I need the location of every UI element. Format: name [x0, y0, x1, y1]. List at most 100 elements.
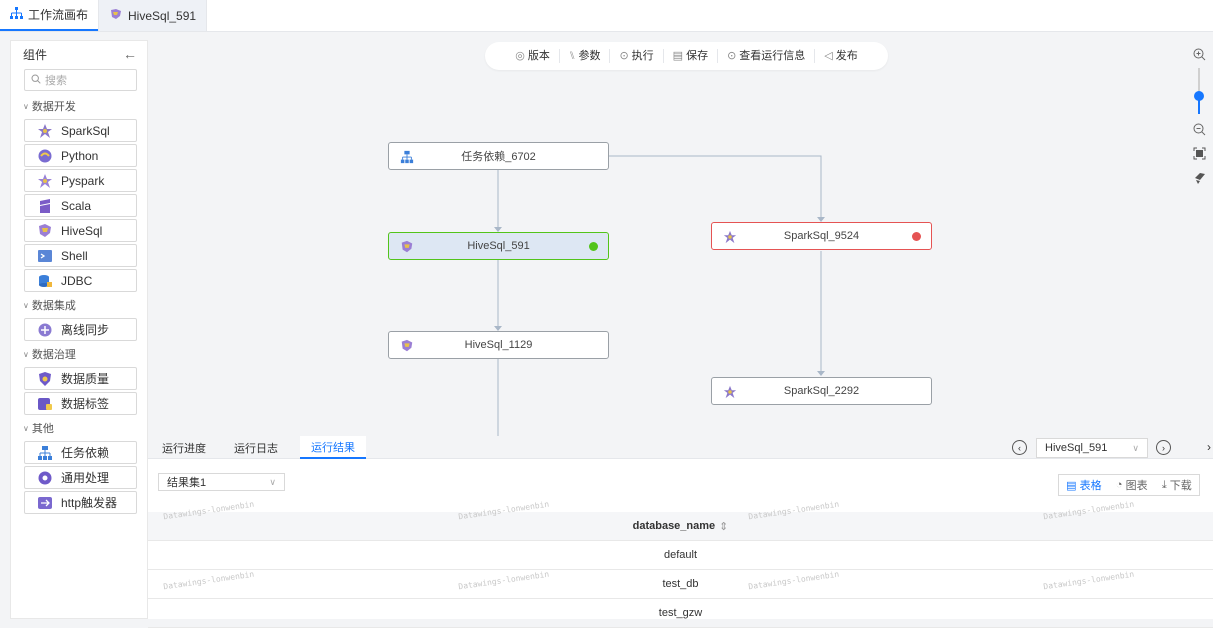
component-data-quality[interactable]: 数据质量 — [24, 367, 137, 390]
node-hivesql-591[interactable]: HiveSql_591 — [388, 232, 609, 260]
workflow-canvas[interactable]: ◎ 版本 ⑊ 参数 ⊙ 执行 ▤ 保存 ⊙ 查看运行信息 ◁ 发布 任务依赖_6702 Hi… — [148, 32, 1213, 436]
result-set-dropdown[interactable]: 结果集1 ∨ — [158, 473, 285, 491]
tab-run-log[interactable]: 运行日志 — [230, 436, 282, 459]
component-shell[interactable]: Shell — [24, 244, 137, 267]
component-general-processing[interactable]: 通用处理 — [24, 466, 137, 489]
component-data-tag[interactable]: 数据标签 — [24, 392, 137, 415]
spark-icon — [37, 123, 53, 139]
result-set-value: 结果集1 — [167, 477, 207, 489]
download-label: 下载 — [1169, 480, 1192, 492]
sort-icon[interactable]: ⇕ — [719, 520, 728, 533]
top-tab-bar: 工作流画布 HiveSql_591 — [0, 0, 1213, 32]
fit-screen-icon[interactable] — [1191, 145, 1207, 161]
chevron-right-icon[interactable]: › — [1207, 440, 1211, 454]
chart-icon: ◔ — [1115, 479, 1123, 491]
table-cell: test_gzw — [658, 607, 703, 619]
component-sparksql[interactable]: SparkSql — [24, 119, 137, 142]
component-hivesql[interactable]: HiveSql — [24, 219, 137, 242]
tab-label: 运行结果 — [311, 441, 355, 454]
pyspark-icon — [37, 173, 53, 189]
result-table: database_name ⇕ default test_db test_gzw — [148, 512, 1213, 628]
component-label: 数据质量 — [61, 372, 110, 386]
tab-run-progress[interactable]: 运行进度 — [158, 436, 210, 459]
zoom-in-icon[interactable] — [1191, 46, 1207, 62]
chevron-down-icon: ∨ — [269, 476, 276, 487]
tab-run-result[interactable]: 运行结果 — [300, 436, 366, 459]
component-label: Pyspark — [61, 173, 105, 188]
next-node-button[interactable]: › — [1156, 440, 1171, 455]
chevron-down-icon: ∨ — [23, 300, 29, 310]
success-status-icon — [589, 242, 598, 251]
group-label: 数据治理 — [31, 349, 76, 361]
component-offline-sync[interactable]: 离线同步 — [24, 318, 137, 341]
tab-label: 运行日志 — [234, 442, 278, 455]
chart-view-label: 图表 — [1125, 480, 1148, 492]
table-cell: test_db — [662, 578, 699, 590]
hive-icon — [37, 223, 53, 239]
http-trigger-icon — [37, 495, 53, 511]
shell-icon — [37, 248, 53, 264]
group-label: 数据集成 — [31, 300, 76, 312]
tab-workflow-canvas[interactable]: 工作流画布 — [0, 0, 99, 31]
component-label: 通用处理 — [61, 471, 110, 485]
table-view-button[interactable]: ▤ 表格 — [1066, 477, 1101, 493]
tag-icon — [37, 396, 53, 412]
component-label: JDBC — [61, 273, 93, 288]
hive-icon — [109, 8, 123, 24]
group-data-integration[interactable]: ∨ 数据集成 — [11, 294, 147, 316]
component-pyspark[interactable]: Pyspark — [24, 169, 137, 192]
hive-icon — [399, 338, 415, 354]
results-panel: 运行进度 运行日志 运行结果 ‹ HiveSql_591 ∨ › › 结果集1 … — [148, 436, 1213, 628]
chevron-down-icon: ∨ — [1132, 442, 1139, 453]
download-icon: ⤓ — [1161, 478, 1167, 491]
component-label: Python — [61, 148, 99, 163]
prev-node-button[interactable]: ‹ — [1012, 440, 1027, 455]
component-label: Shell — [61, 248, 88, 263]
node-select-value: HiveSql_591 — [1045, 442, 1108, 454]
component-http-trigger[interactable]: http触发器 — [24, 491, 137, 514]
component-label: 数据标签 — [61, 397, 110, 411]
result-view-actions: ▤ 表格 ◔ 图表 ⤓ 下载 — [1058, 474, 1200, 496]
group-data-governance[interactable]: ∨ 数据治理 — [11, 343, 147, 365]
node-task-dependency-6702[interactable]: 任务依赖_6702 — [388, 142, 609, 170]
quality-shield-icon — [37, 371, 53, 387]
spark-icon — [722, 229, 738, 245]
chart-view-button[interactable]: ◔ 图表 — [1116, 477, 1148, 493]
layout-icon[interactable] — [1191, 170, 1207, 186]
zoom-slider[interactable] — [1191, 68, 1207, 114]
edge-arrow — [817, 371, 825, 376]
dependency-icon — [37, 445, 53, 461]
table-row: default — [148, 541, 1213, 570]
table-cell: default — [663, 549, 698, 561]
table-icon: ▤ — [1066, 479, 1077, 492]
component-scala[interactable]: Scala — [24, 194, 137, 217]
zoom-out-icon[interactable] — [1191, 121, 1207, 137]
download-button[interactable]: ⤓ 下载 — [1162, 477, 1192, 493]
table-view-label: 表格 — [1079, 480, 1102, 492]
collapse-arrow-icon[interactable]: ← — [123, 46, 137, 62]
node-hivesql-1129[interactable]: HiveSql_1129 — [388, 331, 609, 359]
edges-layer — [494, 155, 825, 436]
component-jdbc[interactable]: JDBC — [24, 269, 137, 292]
component-label: http触发器 — [61, 496, 118, 510]
group-other[interactable]: ∨ 其他 — [11, 417, 147, 439]
search-icon — [31, 73, 41, 87]
gear-icon — [37, 470, 53, 486]
component-search-input[interactable]: 搜索 — [24, 69, 137, 91]
tab-label: 工作流画布 — [28, 8, 89, 22]
scala-icon — [37, 198, 53, 214]
hive-icon — [399, 239, 415, 255]
component-python[interactable]: Python — [24, 144, 137, 167]
component-task-dependency[interactable]: 任务依赖 — [24, 441, 137, 464]
sidebar-header: 组件 ← — [11, 41, 147, 67]
sync-icon — [37, 322, 53, 338]
node-sparksql-2292[interactable]: SparkSql_2292 — [711, 377, 932, 405]
node-select-dropdown[interactable]: HiveSql_591 ∨ — [1036, 438, 1148, 458]
chevron-down-icon: ∨ — [23, 349, 29, 359]
tab-label: HiveSql_591 — [128, 8, 197, 23]
tab-hivesql-591[interactable]: HiveSql_591 — [98, 0, 208, 31]
node-sparksql-9524[interactable]: SparkSql_9524 — [711, 222, 932, 250]
group-data-dev[interactable]: ∨ 数据开发 — [11, 95, 147, 117]
column-header-database-name[interactable]: database_name — [633, 520, 716, 532]
error-status-icon — [912, 232, 921, 241]
